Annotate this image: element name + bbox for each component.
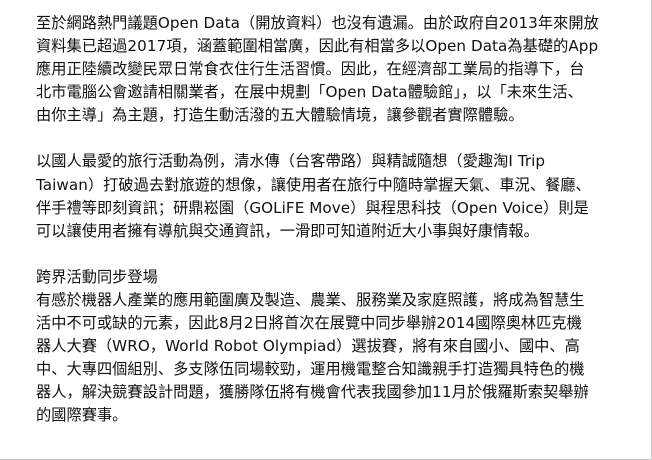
- text-line: 應用正陸續改變民眾日常食衣住行生活習慣。因此，在經濟部工業局的指導下，台: [36, 60, 585, 79]
- text-line: Taiwan）打破過去對旅遊的想像，讓使用者在旅行中隨時掌握天氣、車況、餐廳、: [36, 175, 591, 194]
- text-line: 至於網路熱門議題Open Data（開放資料）也沒有遺漏。由於政府自2013年來…: [36, 14, 599, 32]
- document-page: 至於網路熱門議題Open Data（開放資料）也沒有遺漏。由於政府自2013年來…: [0, 0, 652, 460]
- paragraph-open-data: 至於網路熱門議題Open Data（開放資料）也沒有遺漏。由於政府自2013年來…: [36, 12, 626, 127]
- text-line: 北市電腦公會邀請相關業者，在展中規劃「Open Data體驗館」，以「未來生活、: [36, 83, 583, 102]
- section-cross-events: 跨界活動同步登場 有感於機器人產業的應用範圍廣及製造、農業、服務業及家庭照護，將…: [36, 266, 626, 428]
- text-line: 的國際賽事。: [36, 406, 128, 425]
- text-line: 伴手禮等即刻資訊；研鼎崧園（GOLiFE Move）與程思科技（Open Voi…: [36, 198, 589, 217]
- text-line: 有感於機器人產業的應用範圍廣及製造、農業、服務業及家庭照護，將成為智慧生: [36, 290, 585, 309]
- text-line: 中、大專四個組別、多支隊伍同場較勁，運用機電整合知識親手打造獨具特色的機: [36, 360, 585, 379]
- section-heading: 跨界活動同步登場: [36, 267, 158, 286]
- text-line: 活中不可或缺的元素，因此8月2日將首次在展覽中同步舉辦2014國際奧林匹克機: [36, 314, 582, 333]
- text-line: 以國人最愛的旅行活動為例，清水傳（台客帶路）與精誠隨想（愛趣淘I Trip: [36, 152, 546, 171]
- text-line: 可以讓使用者擁有導航與交通資訊，一滑即可知道附近大小事與好康情報。: [36, 221, 539, 240]
- paragraph-travel: 以國人最愛的旅行活動為例，清水傳（台客帶路）與精誠隨想（愛趣淘I Trip Ta…: [36, 150, 626, 242]
- text-line: 器人，解決競賽設計問題，獲勝隊伍將有機會代表我國參加11月於俄羅斯索契舉辦: [36, 383, 589, 402]
- text-line: 由你主導」為主題，打造生動活潑的五大體驗情境，讓參觀者實際體驗。: [36, 106, 524, 125]
- text-line: 資料集已超過2017項，涵蓋範圍相當廣，因此有相當多以Open Data為基礎的…: [36, 37, 599, 56]
- text-line: 器人大賽（WRO，World Robot Olympiad）選拔賽，將有來自國小…: [36, 337, 580, 356]
- article-body: 至於網路熱門議題Open Data（開放資料）也沒有遺漏。由於政府自2013年來…: [36, 12, 626, 428]
